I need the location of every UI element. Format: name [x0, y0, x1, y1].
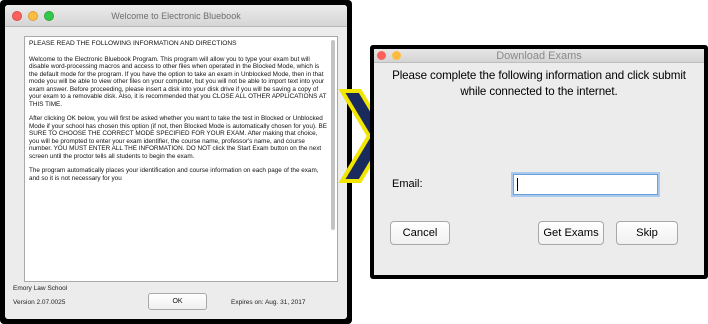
email-field[interactable]: [513, 174, 658, 195]
welcome-window-frame: Welcome to Electronic Bluebook PLEASE RE…: [0, 0, 352, 324]
close-window-icon[interactable]: [12, 11, 22, 21]
download-window-title: Download Exams: [496, 49, 582, 62]
directions-text: PLEASE READ THE FOLLOWING INFORMATION AN…: [29, 40, 327, 281]
window-controls: [377, 51, 401, 60]
welcome-window-title: Welcome to Electronic Bluebook: [111, 10, 241, 21]
directions-paragraph: After clicking OK below, you will first …: [29, 115, 327, 160]
email-label: Email:: [392, 178, 423, 190]
window-controls: [12, 11, 54, 21]
version-label: Version 2.07.0025: [13, 299, 66, 306]
directions-scrollbar[interactable]: [330, 38, 336, 280]
instructions-line: while connected to the internet.: [460, 85, 618, 98]
cancel-button[interactable]: Cancel: [390, 221, 450, 245]
minimize-window-icon[interactable]: [28, 11, 38, 21]
directions-paragraph: Welcome to the Electronic Bluebook Progr…: [29, 55, 327, 108]
zoom-window-icon[interactable]: [44, 11, 54, 21]
instructions-line: Please complete the following informatio…: [392, 69, 686, 82]
get-exams-button[interactable]: Get Exams: [538, 221, 604, 245]
text-cursor: [517, 178, 518, 191]
download-instructions: Please complete the following informatio…: [374, 68, 704, 100]
download-exams-window: Download Exams Please complete the follo…: [374, 49, 704, 275]
directions-heading: PLEASE READ THE FOLLOWING INFORMATION AN…: [29, 40, 237, 47]
welcome-titlebar[interactable]: Welcome to Electronic Bluebook: [5, 5, 347, 27]
skip-button[interactable]: Skip: [616, 221, 678, 245]
welcome-window: Welcome to Electronic Bluebook PLEASE RE…: [5, 5, 347, 319]
school-name: Emory Law School: [13, 285, 68, 292]
directions-scroll-thumb[interactable]: [331, 40, 335, 230]
minimize-window-icon[interactable]: [392, 51, 401, 60]
ok-button[interactable]: OK: [148, 293, 207, 310]
directions-text-area[interactable]: PLEASE READ THE FOLLOWING INFORMATION AN…: [24, 36, 338, 282]
download-titlebar[interactable]: Download Exams: [374, 49, 704, 63]
download-window-frame: Download Exams Please complete the follo…: [370, 45, 708, 279]
expiry-label: Expires on: Aug. 31, 2017: [231, 299, 306, 306]
directions-paragraph: The program automatically places your id…: [29, 167, 319, 182]
close-window-icon[interactable]: [377, 51, 386, 60]
